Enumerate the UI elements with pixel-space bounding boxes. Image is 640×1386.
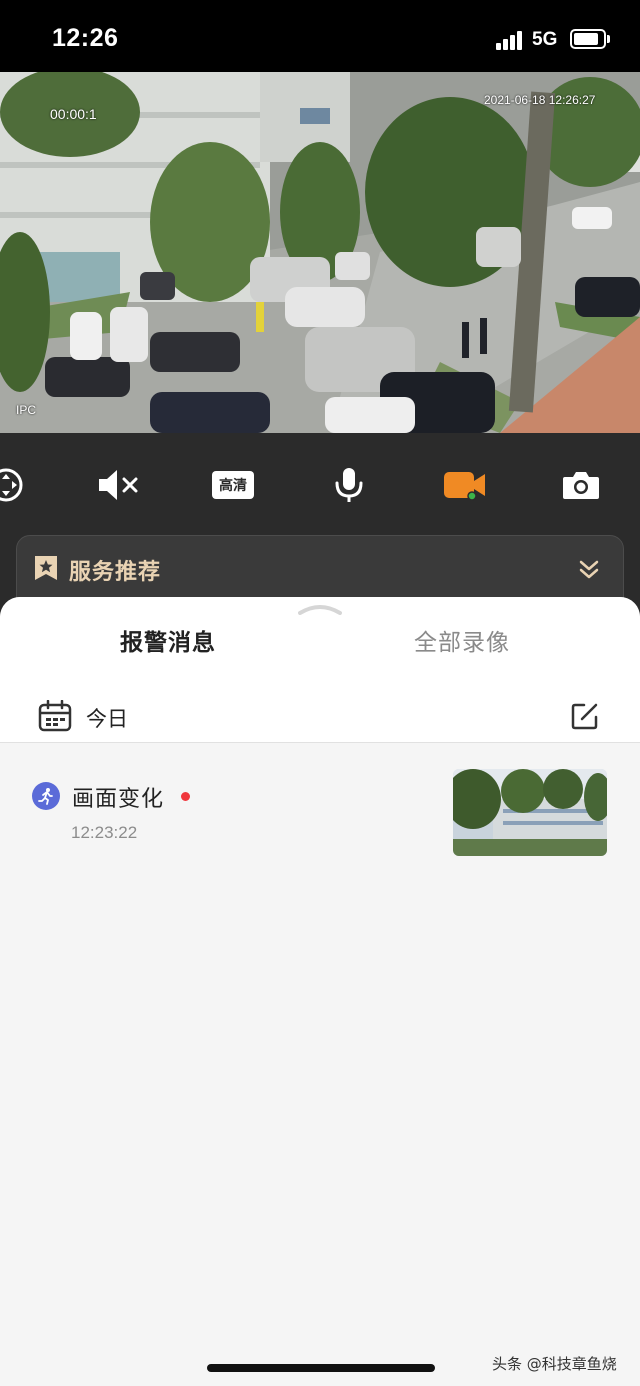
status-bar: 12:26 5G — [0, 0, 640, 72]
mute-button[interactable] — [96, 463, 140, 507]
battery-icon — [570, 29, 606, 49]
alarm-title: 画面变化 — [72, 787, 165, 812]
unread-dot — [181, 792, 190, 801]
pan-tilt-icon — [0, 468, 23, 502]
service-title: 服务推荐 — [69, 560, 162, 585]
home-indicator[interactable] — [207, 1364, 435, 1372]
hd-quality-label: 高清 — [212, 471, 254, 499]
alarm-list-item[interactable]: 画面变化 12:23:22 — [0, 743, 640, 873]
alarm-time: 12:23:22 — [71, 823, 138, 842]
motion-alert-icon — [32, 782, 60, 810]
video-timestamp: 2021-06-18 12:26:27 — [484, 93, 596, 107]
camera-icon — [563, 472, 599, 499]
bottom-sheet: 报警消息 全部录像 今日 画面变化 12:23:22 — [0, 597, 640, 1386]
recording-timer: 00:00:1 — [50, 106, 97, 122]
edit-icon[interactable] — [571, 702, 599, 730]
network-type: 5G — [532, 29, 558, 50]
calendar-icon[interactable] — [38, 700, 72, 732]
camera-scene-image — [0, 72, 640, 433]
camera-label: IPC — [16, 403, 37, 417]
snapshot-button[interactable] — [559, 463, 603, 507]
pan-tilt-button[interactable] — [0, 463, 28, 507]
watermark: 头条 @科技章鱼烧 — [492, 1355, 617, 1373]
mute-icon — [99, 470, 138, 500]
star-bookmark-icon — [35, 556, 57, 580]
status-time: 12:26 — [52, 24, 119, 52]
alarm-snapshot-thumbnail[interactable] — [453, 769, 607, 856]
microphone-icon — [335, 468, 363, 502]
date-filter-label[interactable]: 今日 — [86, 703, 128, 733]
tab-all-recordings[interactable]: 全部录像 — [414, 623, 510, 657]
live-video-feed[interactable]: 00:00:1 2021-06-18 12:26:27 IPC — [0, 72, 640, 433]
battery-tip — [607, 35, 610, 43]
snapshot-image — [453, 769, 607, 856]
drag-handle-icon[interactable] — [298, 603, 342, 615]
record-button[interactable] — [443, 463, 487, 507]
hd-quality-button[interactable]: 高清 — [211, 463, 255, 507]
sheet-header: 报警消息 全部录像 今日 — [0, 597, 640, 743]
battery-level — [574, 33, 598, 45]
video-record-icon — [444, 472, 485, 501]
double-chevron-down-icon[interactable] — [578, 559, 600, 581]
microphone-button[interactable] — [327, 463, 371, 507]
cellular-signal-icon — [496, 30, 524, 50]
control-bar: 高清 — [0, 433, 640, 533]
tab-alarm-messages[interactable]: 报警消息 — [120, 623, 216, 657]
